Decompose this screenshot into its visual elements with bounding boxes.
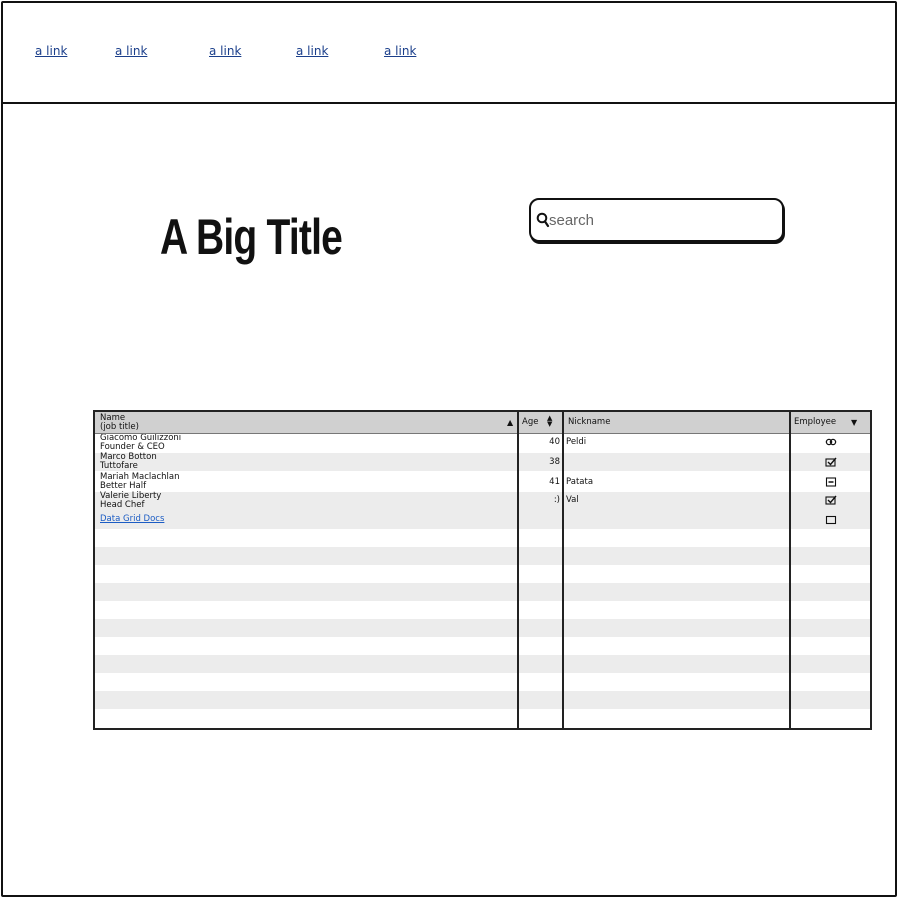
job-title-cell: Head Chef [100, 500, 145, 510]
partial-icon[interactable] [825, 437, 837, 447]
table-row[interactable]: Valerie Liberty Head Chef :) Val [95, 492, 870, 511]
sort-ascending-icon[interactable]: ▲ [507, 418, 513, 427]
column-header-name[interactable]: Name (job title) ▲ [97, 412, 517, 433]
table-row[interactable]: Giacomo Guilizzoni Founder & CEO 40 Peld… [95, 433, 870, 452]
table-row-empty [95, 691, 870, 709]
sort-descending-icon[interactable]: ▼ [851, 418, 857, 427]
table-row-empty [95, 547, 870, 565]
nav-link-5[interactable]: a link [384, 44, 416, 58]
nav-link-4[interactable]: a link [296, 44, 328, 58]
employee-cell[interactable] [821, 515, 841, 526]
column-divider[interactable] [789, 412, 791, 728]
nickname-cell: Peldi [566, 437, 587, 447]
column-divider[interactable] [517, 412, 519, 728]
data-grid: Giacomo Guilizzoni Founder & CEO 40 Peld… [93, 410, 872, 730]
job-title-cell: Founder & CEO [100, 442, 165, 452]
table-row-empty [95, 655, 870, 673]
column-header-nickname[interactable]: Nickname [565, 412, 789, 433]
age-cell: 38 [549, 457, 560, 467]
employee-cell[interactable] [821, 477, 841, 488]
column-header-name-sublabel: (job title) [100, 422, 139, 432]
nav-link-2[interactable]: a link [115, 44, 147, 58]
unchecked-icon[interactable] [825, 515, 837, 525]
column-header-employee-label: Employee [794, 417, 837, 427]
age-cell: :) [553, 495, 560, 505]
nav-link-3[interactable]: a link [209, 44, 241, 58]
grid-header: Name (job title) ▲ Age ▲ ▼ Nickname Emplo… [95, 412, 870, 434]
table-row[interactable]: Data Grid Docs [95, 511, 870, 529]
sort-both-icon[interactable]: ▲ ▼ [547, 415, 552, 428]
table-row-empty [95, 583, 870, 601]
table-row[interactable]: Mariah Maclachlan Better Half 41 Patata [95, 473, 870, 491]
data-grid-docs-link[interactable]: Data Grid Docs [100, 515, 192, 524]
header-nav-bar: a link a link a link a link a link [1, 1, 897, 104]
column-header-age[interactable]: Age ▲ ▼ [519, 412, 563, 433]
employee-cell[interactable] [821, 437, 841, 448]
column-header-nickname-label: Nickname [568, 417, 611, 427]
table-row-empty [95, 619, 870, 637]
nav-link-1[interactable]: a link [35, 44, 67, 58]
search-box[interactable] [529, 198, 784, 242]
checked-icon[interactable] [825, 457, 837, 467]
page-title: A Big Title [160, 209, 343, 265]
column-divider[interactable] [562, 412, 564, 728]
job-title-cell: Tuttofare [100, 461, 138, 471]
nickname-cell: Patata [566, 477, 594, 487]
employee-cell[interactable] [821, 457, 841, 468]
column-header-employee[interactable]: Employee ▼ [791, 412, 870, 433]
job-title-cell: Better Half [100, 481, 147, 491]
search-input[interactable] [549, 209, 769, 231]
nickname-cell: Val [566, 495, 579, 505]
column-header-age-label: Age [522, 417, 539, 427]
employee-cell[interactable] [821, 495, 841, 506]
checked-icon[interactable] [825, 495, 837, 505]
age-cell: 41 [549, 477, 560, 487]
table-row[interactable]: Marco Botton Tuttofare 38 [95, 453, 870, 471]
age-cell: 40 [549, 437, 560, 447]
indeterminate-icon[interactable] [825, 477, 837, 487]
